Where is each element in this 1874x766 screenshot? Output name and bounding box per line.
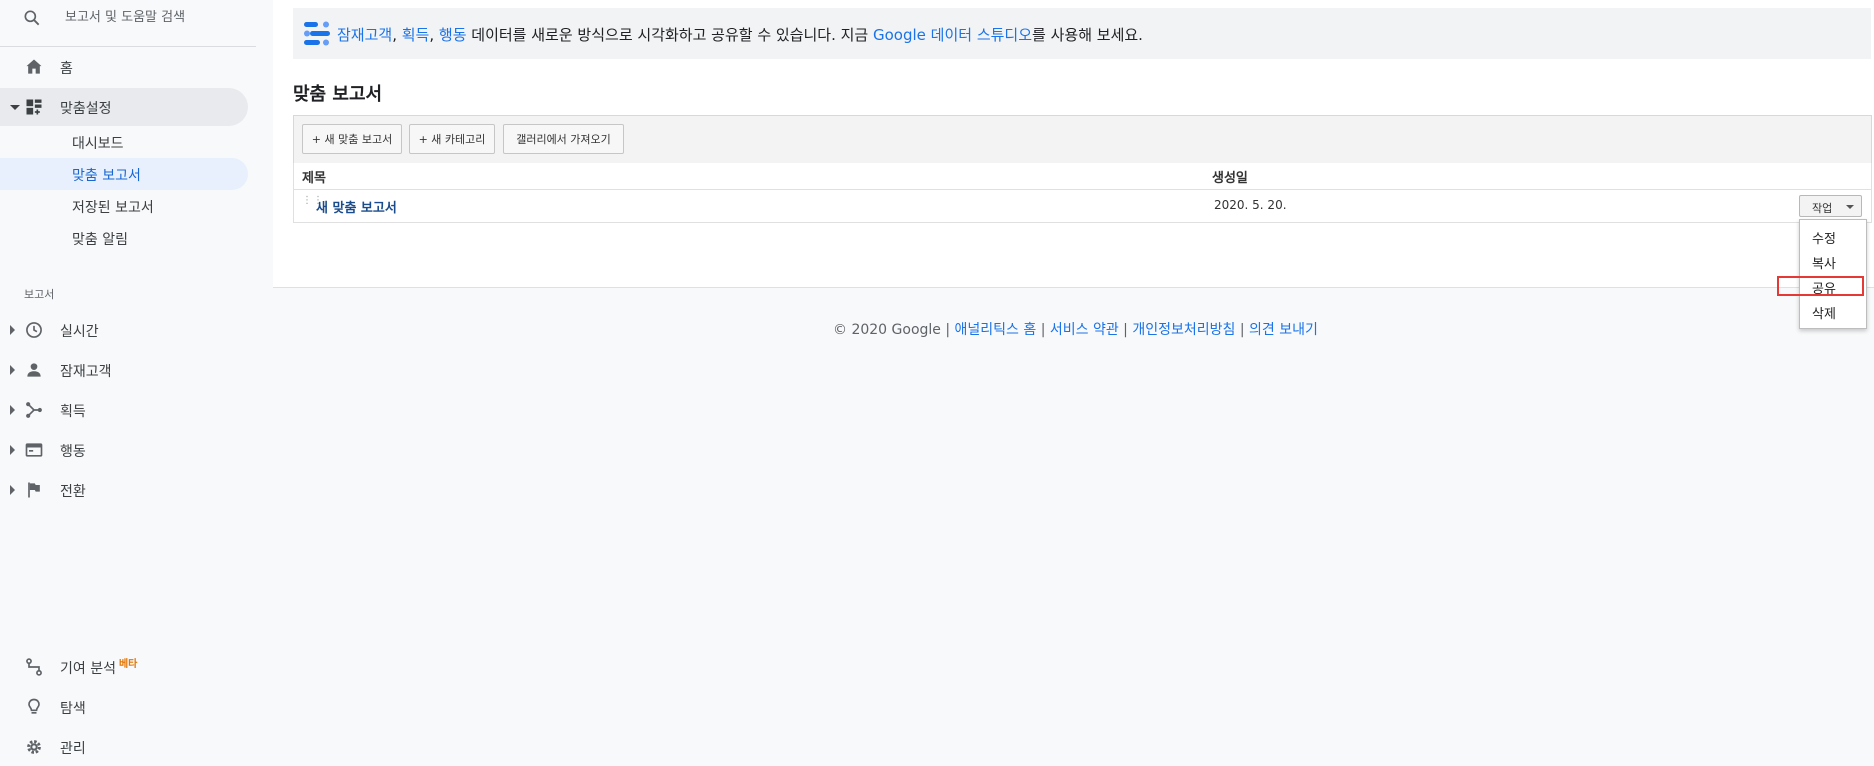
person-icon: [24, 360, 44, 380]
flag-icon: [24, 480, 44, 500]
link-acquisition[interactable]: 획득: [402, 26, 430, 44]
nav-admin-label: 관리: [60, 741, 86, 757]
share-highlight-box: [1777, 276, 1864, 296]
search-icon: [22, 8, 42, 28]
reports-section-label: 보고서: [24, 288, 55, 301]
footer-sep: |: [1235, 322, 1250, 338]
footer-link-feedback[interactable]: 의견 보내기: [1249, 322, 1318, 338]
caret-down-icon: [1846, 205, 1854, 209]
sidebar: 보고서 및 도움말 검색 홈 맞춤설정 대시보드 맞춤 보고서 저장된 보고서 …: [0, 0, 272, 762]
acquisition-icon: [24, 400, 44, 420]
sub-item-custom-alerts[interactable]: 맞춤 알림: [0, 222, 248, 254]
footer: © 2020 Google | 애널리틱스 홈 | 서비스 약관 | 개인정보처…: [833, 319, 1318, 339]
banner-sep: ,: [392, 26, 402, 44]
sub-item-saved-reports[interactable]: 저장된 보고서: [0, 190, 248, 222]
chevron-down-icon: [10, 105, 20, 110]
nav-customization-label: 맞춤설정: [60, 101, 112, 117]
column-header-title[interactable]: 제목: [302, 167, 326, 186]
footer-link-privacy[interactable]: 개인정보처리방침: [1132, 322, 1235, 338]
attribution-icon: [24, 657, 44, 677]
report-toolbar: + 새 맞춤 보고서 + 새 카테고리 갤러리에서 가져오기: [293, 115, 1872, 164]
table-row: ⋮⋮ 새 맞춤 보고서 2020. 5. 20.: [294, 190, 1871, 223]
new-custom-report-button[interactable]: + 새 맞춤 보고서: [302, 124, 402, 154]
actions-dropdown-button[interactable]: 작업: [1799, 195, 1862, 217]
chevron-right-icon: [10, 365, 15, 375]
link-behavior[interactable]: 행동: [439, 26, 467, 44]
chevron-right-icon: [10, 485, 15, 495]
nav-attribution-label: 기여 분석 베타: [60, 658, 137, 678]
nav-discover-label: 탐색: [60, 701, 86, 717]
footer-copyright: © 2020 Google |: [833, 322, 955, 338]
dashboard-icon: [24, 97, 44, 117]
banner-text-end: 를 사용해 보세요.: [1032, 26, 1143, 44]
sub-item-dashboard[interactable]: 대시보드: [0, 126, 248, 158]
reports-table: 제목 생성일 ⋮⋮ 새 맞춤 보고서 2020. 5. 20.: [293, 163, 1872, 223]
behavior-icon: [24, 440, 44, 460]
banner-sep: ,: [429, 26, 439, 44]
nav-realtime-label: 실시간: [60, 324, 99, 340]
sub-item-label: 대시보드: [72, 136, 124, 152]
column-header-created[interactable]: 생성일: [1212, 167, 1248, 186]
banner-text-mid: 데이터를 새로운 방식으로 시각화하고 공유할 수 있습니다. 지금: [466, 26, 873, 44]
beta-badge: 베타: [118, 659, 138, 670]
menu-item-copy[interactable]: 복사: [1812, 253, 1836, 272]
drag-handle-icon[interactable]: ⋮⋮: [302, 196, 323, 212]
menu-item-edit[interactable]: 수정: [1812, 228, 1836, 247]
search-bar[interactable]: 보고서 및 도움말 검색: [0, 0, 256, 47]
nav-customization[interactable]: 맞춤설정: [0, 88, 248, 126]
sub-item-custom-reports[interactable]: 맞춤 보고서: [0, 158, 248, 190]
footer-link-terms[interactable]: 서비스 약관: [1050, 322, 1119, 338]
nav-acquisition[interactable]: 획득: [0, 391, 248, 429]
nav-admin[interactable]: 관리: [0, 728, 248, 766]
attribution-text: 기여 분석: [60, 661, 116, 677]
actions-menu: 수정 복사 공유 삭제: [1799, 219, 1867, 329]
nav-conversions[interactable]: 전환: [0, 471, 248, 509]
link-audience[interactable]: 잠재고객: [337, 26, 392, 44]
nav-conversions-label: 전환: [60, 484, 86, 500]
chevron-right-icon: [10, 445, 15, 455]
nav-acquisition-label: 획득: [60, 404, 86, 420]
sub-item-label: 맞춤 알림: [72, 232, 128, 248]
table-header: 제목 생성일: [294, 163, 1871, 190]
gear-icon: [24, 737, 44, 757]
nav-behavior[interactable]: 행동: [0, 431, 248, 469]
chevron-right-icon: [10, 405, 15, 415]
data-studio-logo-icon: [304, 20, 330, 48]
nav-realtime[interactable]: 실시간: [0, 311, 248, 349]
chevron-right-icon: [10, 325, 15, 335]
search-placeholder: 보고서 및 도움말 검색: [65, 10, 186, 25]
footer-sep: |: [1036, 322, 1050, 338]
menu-item-delete[interactable]: 삭제: [1812, 303, 1836, 322]
sub-item-label: 저장된 보고서: [72, 200, 154, 216]
banner-text: 잠재고객, 획득, 행동 데이터를 새로운 방식으로 시각화하고 공유할 수 있…: [337, 24, 1143, 45]
report-created-date: 2020. 5. 20.: [1214, 198, 1287, 212]
sub-item-label: 맞춤 보고서: [72, 168, 141, 184]
new-category-button[interactable]: + 새 카테고리: [409, 124, 495, 154]
data-studio-banner: 잠재고객, 획득, 행동 데이터를 새로운 방식으로 시각화하고 공유할 수 있…: [293, 8, 1871, 59]
footer-sep: |: [1118, 322, 1133, 338]
nav-behavior-label: 행동: [60, 444, 86, 460]
home-icon: [24, 57, 44, 77]
nav-discover[interactable]: 탐색: [0, 688, 248, 726]
nav-attribution[interactable]: 기여 분석 베타: [0, 648, 248, 686]
report-title-link[interactable]: 새 맞춤 보고서: [316, 197, 397, 216]
lightbulb-icon: [24, 697, 44, 717]
nav-home-label: 홈: [60, 61, 73, 77]
nav-audience[interactable]: 잠재고객: [0, 351, 248, 389]
clock-icon: [24, 320, 44, 340]
actions-label: 작업: [1812, 202, 1833, 215]
link-data-studio[interactable]: Google 데이터 스튜디오: [873, 26, 1032, 44]
page-title: 맞춤 보고서: [293, 84, 383, 105]
footer-link-analytics-home[interactable]: 애널리틱스 홈: [955, 322, 1037, 338]
nav-audience-label: 잠재고객: [60, 364, 112, 380]
nav-home[interactable]: 홈: [0, 48, 248, 86]
import-from-gallery-button[interactable]: 갤러리에서 가져오기: [503, 124, 624, 154]
